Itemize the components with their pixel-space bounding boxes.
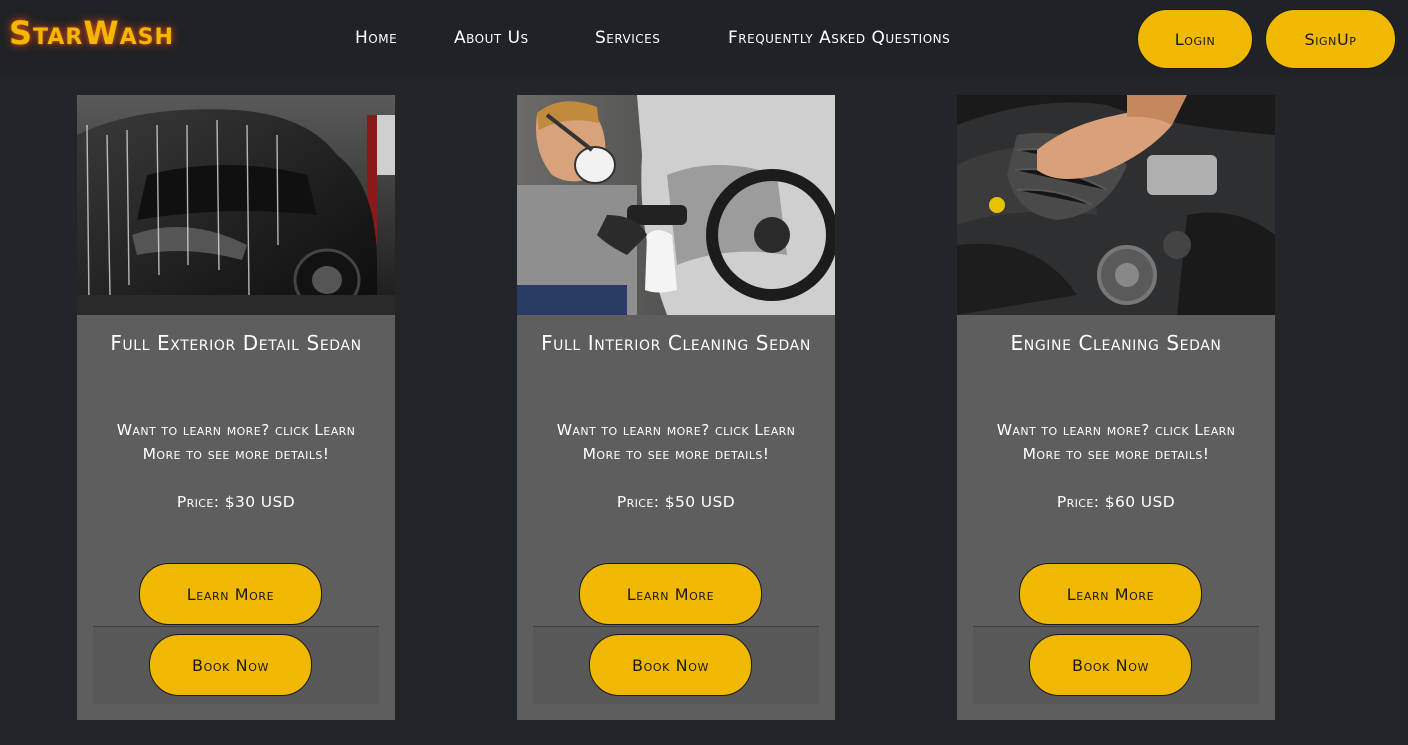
card-title: Full Exterior Detail Sedan	[110, 331, 362, 355]
learn-more-button[interactable]: Learn More	[1019, 563, 1202, 625]
brand-logo[interactable]: StarWash	[9, 14, 174, 52]
card-price: Price: $30 USD	[176, 493, 296, 511]
nav-services[interactable]: Services	[595, 28, 660, 48]
engine-cleaning-image	[957, 95, 1275, 315]
book-now-button[interactable]: Book Now	[1029, 634, 1192, 696]
service-card: Full Exterior Detail Sedan Want to learn…	[77, 95, 395, 720]
service-card: Full Interior Cleaning Sedan Want to lea…	[517, 95, 835, 720]
exterior-wash-image	[77, 95, 395, 315]
learn-more-button[interactable]: Learn More	[579, 563, 762, 625]
nav-about-us[interactable]: About Us	[454, 28, 529, 48]
navbar: StarWash Home About Us Services Frequent…	[0, 0, 1408, 77]
card-description: Want to learn more? click Learn More to …	[996, 421, 1236, 463]
card-price: Price: $60 USD	[1056, 493, 1176, 511]
card-title: Full Interior Cleaning Sedan	[541, 331, 811, 355]
login-button[interactable]: Login	[1137, 9, 1253, 69]
book-now-button[interactable]: Book Now	[149, 634, 312, 696]
book-now-button[interactable]: Book Now	[589, 634, 752, 696]
card-title: Engine Cleaning Sedan	[1010, 331, 1222, 355]
card-description: Want to learn more? click Learn More to …	[556, 421, 796, 463]
card-price: Price: $50 USD	[616, 493, 736, 511]
learn-more-button[interactable]: Learn More	[139, 563, 322, 625]
signup-button[interactable]: SignUp	[1265, 9, 1396, 69]
interior-cleaning-image	[517, 95, 835, 315]
nav-faq[interactable]: Frequently Asked Questions	[728, 28, 950, 48]
service-card: Engine Cleaning Sedan Want to learn more…	[957, 95, 1275, 720]
nav-home[interactable]: Home	[355, 28, 397, 48]
card-description: Want to learn more? click Learn More to …	[116, 421, 356, 463]
